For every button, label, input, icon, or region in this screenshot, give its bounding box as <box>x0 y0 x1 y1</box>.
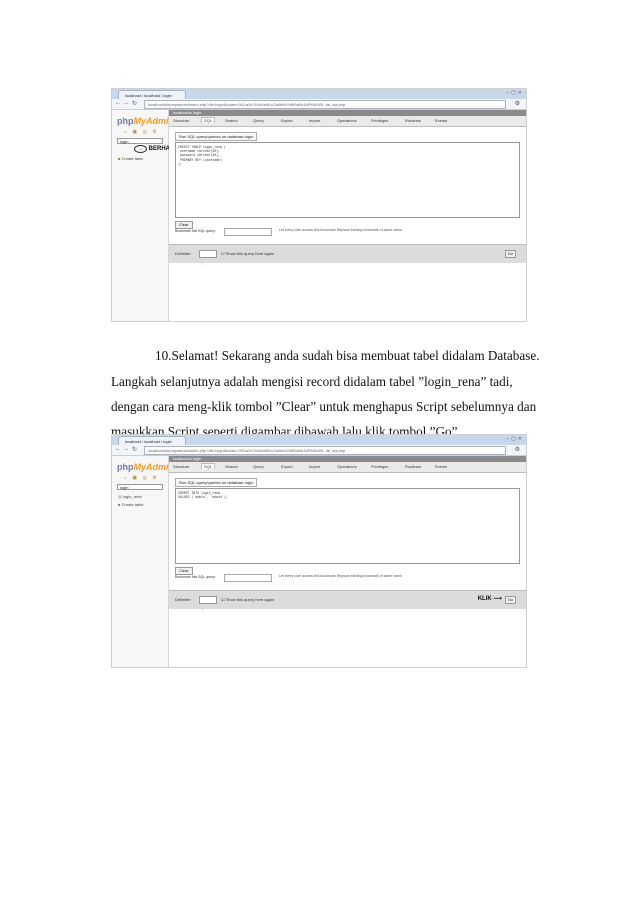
sidebar-item-login-rena[interactable]: ▤ login_rena <box>118 494 142 499</box>
pma-main: localhost ▸ login Structure SQL Search Q… <box>169 110 526 321</box>
wrench-icon[interactable]: ⚙ <box>515 100 520 107</box>
arrow-right-icon: ⟶ <box>493 596 502 602</box>
tab-query[interactable]: Query <box>253 118 264 123</box>
address-bar[interactable]: localhost/phpmyadmin/index.php?db=login&… <box>144 446 506 455</box>
paragraph-line-2: Langkah selanjutnya adalah mengisi recor… <box>111 374 513 389</box>
pma-main: localhost ▸ login Structure SQL Search Q… <box>169 456 526 667</box>
browser-tabbar: localhost / localhost / login –▢✕ <box>112 435 526 445</box>
go-button[interactable]: Go <box>504 250 516 258</box>
bookmark-input[interactable] <box>224 228 272 236</box>
pma-logo[interactable]: phpMyAdmin <box>117 116 174 126</box>
window-controls[interactable]: –▢✕ <box>506 436 524 442</box>
tab-privileges[interactable]: Privileges <box>371 464 388 469</box>
bookmark-label: Bookmark this SQL query: <box>175 229 216 233</box>
show-query-checkbox[interactable]: ☑ Show this query here again <box>221 597 274 602</box>
tab-structure[interactable]: Structure <box>173 464 189 469</box>
delimiter-label: Delimiter <box>175 251 191 256</box>
home-icon[interactable]: ⌂ ▣ ◎ ⚙ <box>124 129 159 135</box>
tab-search[interactable]: Search <box>225 464 238 469</box>
pma-sidebar: phpMyAdmin ⌂ ▣ ◎ ⚙ login ▤ login_rena ■ … <box>112 456 174 667</box>
show-query-checkbox[interactable]: ☑ Show this query here again <box>221 251 274 256</box>
tab-structure[interactable]: Structure <box>173 118 189 123</box>
tab-import[interactable]: Import <box>309 118 320 123</box>
tab-routines[interactable]: Routines <box>405 464 421 469</box>
browser-tab[interactable]: localhost / localhost / login <box>118 90 186 99</box>
tab-sql[interactable]: SQL <box>201 463 216 469</box>
sql-footer: Delimiter ; ☑ Show this query here again… <box>169 590 526 611</box>
address-bar[interactable]: localhost/phpmyadmin/index.php?db=login&… <box>144 100 506 109</box>
wrench-icon[interactable]: ⚙ <box>515 446 520 453</box>
sql-footer: Delimiter ; ☑ Show this query here again… <box>169 244 526 265</box>
forward-arrow-icon[interactable]: → <box>123 446 129 452</box>
forward-arrow-icon[interactable]: → <box>123 100 129 106</box>
clear-button[interactable]: Clear <box>175 221 193 229</box>
bookmark-options[interactable]: Let every user access this bookmark Repl… <box>279 228 402 232</box>
tab-events[interactable]: Events <box>435 118 447 123</box>
tab-routines[interactable]: Routines <box>405 118 421 123</box>
sql-query-textarea[interactable]: CREATE TABLE login_rena ( username varch… <box>175 142 520 218</box>
pma-sidebar: phpMyAdmin ⌂ ▣ ◎ ⚙ login → BERHASIL ■ Cr… <box>112 110 179 321</box>
tab-query[interactable]: Query <box>253 464 264 469</box>
home-icon[interactable]: ⌂ ▣ ◎ ⚙ <box>124 475 159 481</box>
tab-events[interactable]: Events <box>435 464 447 469</box>
arrow-right-icon: → <box>134 145 147 153</box>
sidebar-item-create-table[interactable]: ■ Create table <box>118 502 143 507</box>
sidebar-item-create-table[interactable]: ■ Create table <box>118 156 143 161</box>
delimiter-input[interactable]: ; <box>199 250 217 265</box>
database-select[interactable]: login <box>117 484 163 490</box>
bookmark-input[interactable] <box>224 574 272 582</box>
back-arrow-icon[interactable]: ← <box>115 446 121 452</box>
window-controls[interactable]: –▢✕ <box>506 90 524 96</box>
screenshot-sql-insert: localhost / localhost / login –▢✕ ← → ↻ … <box>111 434 527 668</box>
tab-search[interactable]: Search <box>225 118 238 123</box>
pma-menubar: Structure SQL Search Query Export Import… <box>169 116 526 127</box>
reload-icon[interactable]: ↻ <box>132 100 137 107</box>
annotation-klik: KLIK ⟶ <box>477 596 502 602</box>
clear-button[interactable]: Clear <box>175 567 193 575</box>
browser-tab[interactable]: localhost / localhost / login <box>118 436 186 445</box>
tab-operations[interactable]: Operations <box>337 464 357 469</box>
reload-icon[interactable]: ↻ <box>132 446 137 453</box>
tab-privileges[interactable]: Privileges <box>371 118 388 123</box>
browser-toolbar: ← → ↻ localhost/phpmyadmin/index.php?db=… <box>112 445 526 456</box>
pma-logo[interactable]: phpMyAdmin <box>117 462 174 472</box>
tab-export[interactable]: Export <box>281 464 293 469</box>
screenshot-sql-create: localhost / localhost / login –▢✕ ← → ↻ … <box>111 88 527 322</box>
paragraph-line-3: dengan cara meng-klik tombol ”Clear” unt… <box>111 399 537 414</box>
sql-legend: Run SQL query/queries on database login <box>175 132 258 141</box>
tab-sql[interactable]: SQL <box>201 117 216 123</box>
sql-legend: Run SQL query/queries on database login <box>175 478 258 487</box>
delimiter-input[interactable]: ; <box>199 596 217 611</box>
bookmark-label: Bookmark this SQL query: <box>175 575 216 579</box>
tab-import[interactable]: Import <box>309 464 320 469</box>
go-button[interactable]: Go <box>504 596 516 604</box>
tab-operations[interactable]: Operations <box>337 118 357 123</box>
sql-query-textarea[interactable]: INSERT INTO login_rena VALUES ('admin', … <box>175 488 520 564</box>
delimiter-label: Delimiter <box>175 597 191 602</box>
back-arrow-icon[interactable]: ← <box>115 100 121 106</box>
tab-export[interactable]: Export <box>281 118 293 123</box>
database-select[interactable]: login <box>117 138 163 144</box>
bookmark-options[interactable]: Let every user access this bookmark Repl… <box>279 574 402 578</box>
browser-tabbar: localhost / localhost / login –▢✕ <box>112 89 526 99</box>
browser-toolbar: ← → ↻ localhost/phpmyadmin/index.php?db=… <box>112 99 526 110</box>
pma-menubar: Structure SQL Search Query Export Import… <box>169 462 526 473</box>
paragraph-line-1: 10.Selamat! Sekarang anda sudah bisa mem… <box>155 348 540 363</box>
